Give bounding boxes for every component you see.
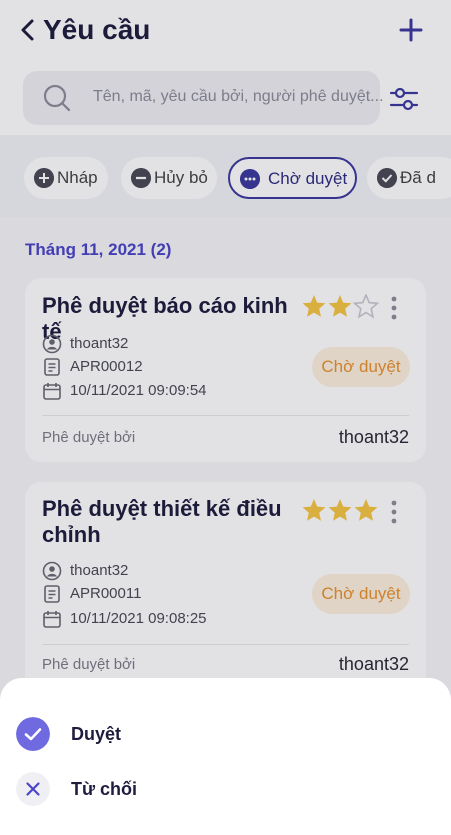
action-sheet: Duyệt Từ chối xyxy=(0,678,451,835)
reject-label: Từ chối xyxy=(71,779,138,799)
approve-label: Duyệt xyxy=(71,724,122,744)
reject-action[interactable]: Từ chối xyxy=(0,765,451,815)
close-circle-icon xyxy=(16,772,50,806)
requests-screen: Yêu cầu Tên, mã, yêu cầu bởi, người phê … xyxy=(0,0,451,835)
approve-action[interactable]: Duyệt xyxy=(0,710,451,760)
check-circle-icon xyxy=(16,717,50,751)
